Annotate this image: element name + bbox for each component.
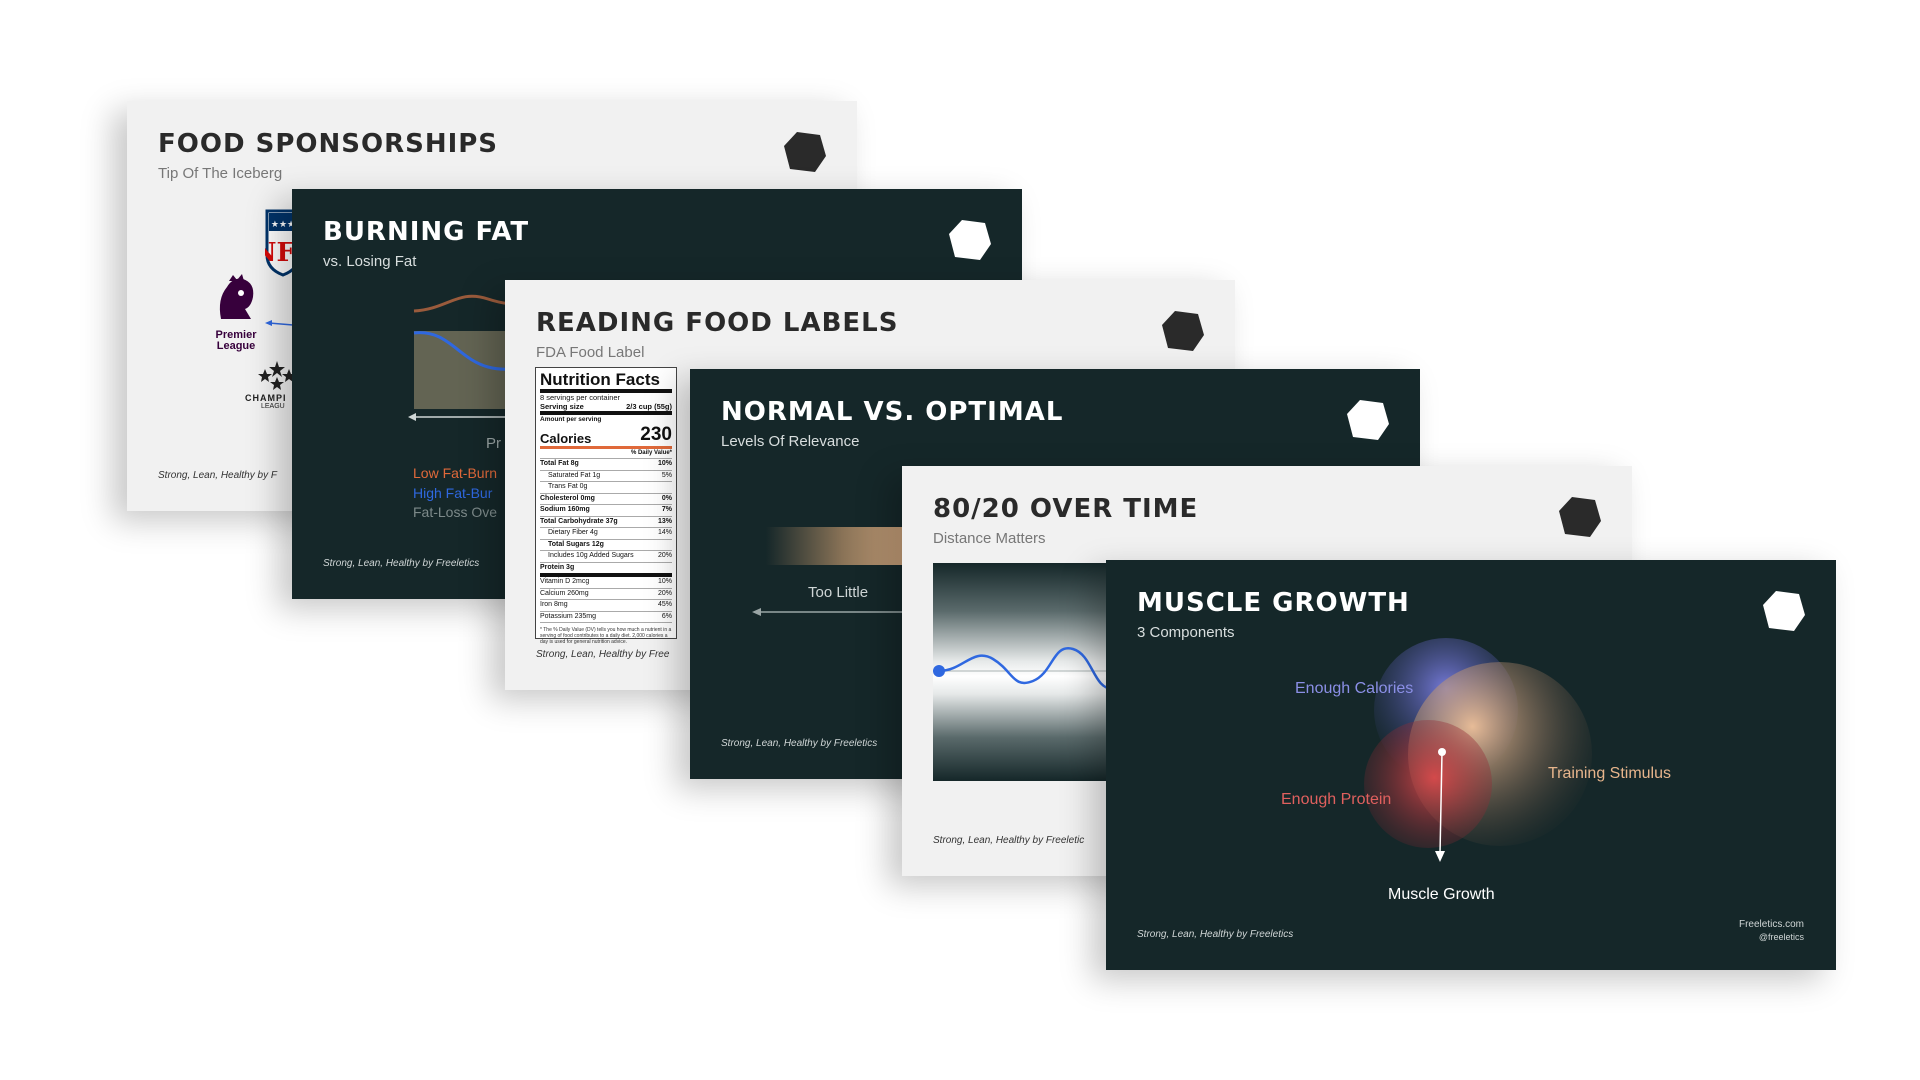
- slide-muscle-growth[interactable]: MUSCLE GROWTH 3 Components Enough Calori…: [1106, 560, 1836, 970]
- slide-title: BURNING FAT: [323, 217, 530, 247]
- nutrition-row: Vitamin D 2mcg 10%: [540, 577, 672, 589]
- nutrition-row-name: Potassium 235mg: [540, 612, 597, 620]
- legend-fat-loss: Fat-Loss Ove: [413, 504, 498, 520]
- nutrition-row-name: Total Fat 8g: [540, 460, 579, 467]
- graph-axis-label: Pr: [486, 435, 501, 452]
- nutrition-row: Iron 8mg 45%: [540, 600, 672, 612]
- serving-size-label: Serving size: [540, 402, 584, 411]
- nutrition-row-dv: 13%: [657, 517, 672, 525]
- nutrition-row-name: Total Carbohydrate 37g: [540, 517, 618, 525]
- nutrition-row-name: Vitamin D 2mcg: [540, 578, 590, 585]
- daily-value-header: % Daily Value*: [540, 449, 672, 459]
- venn-circle-protein: [1364, 720, 1492, 848]
- too-little-label: Too Little: [808, 584, 869, 601]
- nutrition-row-name: Protein 3g: [540, 563, 575, 571]
- nutrition-footnote: * The % Daily Value (DV) tells you how m…: [540, 627, 672, 645]
- freeletics-hexagon-icon: [782, 129, 828, 175]
- nutrition-row-dv: 6%: [661, 612, 672, 620]
- nutrition-row: Sodium 160mg 7%: [540, 505, 672, 517]
- nutrition-row: Dietary Fiber 4g 14%: [540, 528, 672, 540]
- nutrition-row-dv: 10%: [657, 578, 672, 585]
- nutrition-row-name: Cholesterol 0mg: [540, 494, 595, 502]
- nutrition-row-dv: 10%: [657, 460, 672, 467]
- nutrition-row: Total Sugars 12g: [540, 540, 672, 551]
- freeletics-hexagon-icon: [1761, 588, 1807, 634]
- slide-footer: Strong, Lean, Healthy by Freeletics: [1137, 929, 1294, 940]
- calories-value: 230: [640, 424, 672, 445]
- slide-title: 80/20 OVER TIME: [933, 494, 1199, 524]
- premier-league-label: Premier League: [215, 329, 257, 352]
- nutrition-row: Trans Fat 0g: [540, 482, 672, 494]
- premier-league-logo: Premier League: [211, 273, 261, 352]
- nutrition-row-dv: 0%: [661, 494, 672, 502]
- nutrition-row: Calcium 260mg 20%: [540, 589, 672, 600]
- slide-footer: Strong, Lean, Healthy by Freeletics: [721, 738, 878, 749]
- nutrition-facts-label: Nutrition Facts 8 servings per container…: [535, 367, 677, 645]
- nutrition-facts-heading: Nutrition Facts: [540, 371, 672, 393]
- arrow-icon: [265, 315, 294, 326]
- nutrition-row-name: Total Sugars 12g: [548, 540, 604, 548]
- nutrition-row-name: Includes 10g Added Sugars: [548, 552, 634, 559]
- nutrition-row: Protein 3g: [540, 563, 672, 577]
- label-enough-protein: Enough Protein: [1281, 791, 1392, 808]
- nutrition-row-name: Calcium 260mg: [540, 589, 589, 597]
- slide-footer: Strong, Lean, Healthy by F: [158, 470, 277, 481]
- legend-high-fat-burn: High Fat-Bur: [413, 485, 493, 501]
- freeletics-hexagon-icon: [1345, 397, 1391, 443]
- social-handle[interactable]: @freeletics: [1759, 932, 1804, 942]
- nutrition-row: Saturated Fat 1g 5%: [540, 471, 672, 482]
- nutrition-row: Cholesterol 0mg 0%: [540, 494, 672, 505]
- nutrition-row: Total Fat 8g 10%: [540, 459, 672, 471]
- nutrition-row: Total Carbohydrate 37g 13%: [540, 517, 672, 528]
- slide-title: READING FOOD LABELS: [536, 308, 899, 338]
- nutrition-row-dv: 5%: [661, 471, 672, 479]
- slide-footer: Strong, Lean, Healthy by Freeletic: [933, 835, 1085, 846]
- slide-title: FOOD SPONSORSHIPS: [158, 129, 499, 159]
- label-training-stimulus: Training Stimulus: [1548, 765, 1672, 782]
- slide-footer: Strong, Lean, Healthy by Freeletics: [323, 558, 480, 569]
- legend-low-fat-burn: Low Fat-Burn: [413, 465, 498, 481]
- relevance-gradient-bar: [766, 527, 906, 565]
- amount-per-serving: Amount per serving: [540, 416, 602, 423]
- nutrition-row-name: Sodium 160mg: [540, 506, 590, 513]
- nutrition-row-dv: 14%: [657, 529, 672, 536]
- nutrition-row: Potassium 235mg 6%: [540, 612, 672, 623]
- slide-title: NORMAL VS. OPTIMAL: [721, 397, 1064, 427]
- slide-subtitle: vs. Losing Fat: [323, 253, 417, 270]
- servings-per-container: 8 servings per container: [540, 393, 621, 402]
- freeletics-hexagon-icon: [947, 217, 993, 263]
- serving-size-value: 2/3 cup (55g): [626, 402, 672, 411]
- nutrition-row-name: Iron 8mg: [540, 601, 568, 608]
- slide-subtitle: 3 Components: [1137, 624, 1235, 641]
- venn-diagram: [1364, 638, 1592, 862]
- nutrition-row-name: Dietary Fiber 4g: [548, 529, 598, 536]
- label-muscle-growth: Muscle Growth: [1388, 886, 1495, 903]
- calories-label: Calories: [540, 431, 592, 446]
- slide-footer: Strong, Lean, Healthy by Free: [536, 649, 670, 660]
- label-enough-calories: Enough Calories: [1295, 680, 1414, 697]
- nutrition-row-dv: 20%: [657, 589, 672, 597]
- slide-title: MUSCLE GROWTH: [1137, 588, 1410, 618]
- slide-subtitle: Tip Of The Iceberg: [158, 165, 283, 182]
- freeletics-hexagon-icon: [1160, 308, 1206, 354]
- slide-subtitle: Levels Of Relevance: [721, 433, 860, 450]
- nutrition-row: Includes 10g Added Sugars 20%: [540, 551, 672, 563]
- slide-subtitle: Distance Matters: [933, 530, 1046, 547]
- nutrition-row-name: Saturated Fat 1g: [548, 471, 601, 479]
- website-link[interactable]: Freeletics.com: [1739, 919, 1804, 930]
- nutrition-row-dv: 45%: [657, 601, 672, 608]
- nutrition-row-dv: 20%: [657, 552, 672, 559]
- freeletics-hexagon-icon: [1557, 494, 1603, 540]
- nutrition-row-name: Trans Fat 0g: [548, 483, 588, 490]
- slide-subtitle: FDA Food Label: [536, 344, 645, 361]
- nutrition-row-dv: 7%: [661, 506, 672, 513]
- left-arrow-icon: [752, 608, 912, 616]
- nutrition-rows: Total Fat 8g 10% Saturated Fat 1g 5% Trans F…: [540, 459, 672, 623]
